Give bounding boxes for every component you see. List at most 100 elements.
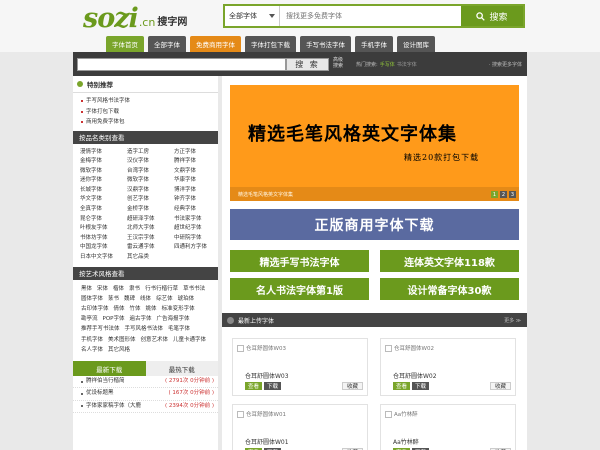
category-link[interactable]: 其它品类 <box>127 253 174 263</box>
category-link[interactable]: 超世纪字体 <box>174 224 221 234</box>
nav-mobile-fonts[interactable]: 手机字体 <box>355 36 393 52</box>
style-link[interactable]: 姚体 <box>146 304 157 314</box>
pager-dot[interactable]: 2 <box>500 191 507 198</box>
celebrity-calligraphy-button[interactable]: 名人书法字体第1版 <box>230 278 369 300</box>
pager-dot[interactable]: 3 <box>509 191 516 198</box>
category-link[interactable]: 创艺字体 <box>127 195 174 205</box>
category-link[interactable]: 经典字体 <box>174 205 221 215</box>
style-link[interactable]: 标准变形字体 <box>162 304 195 314</box>
style-link[interactable]: 黑体 <box>81 284 92 294</box>
category-link[interactable]: 汉仪字体 <box>127 157 174 167</box>
category-link[interactable]: 金梅字体 <box>80 157 127 167</box>
style-link[interactable]: 广告海报字体 <box>157 314 190 324</box>
tab-hottest-downloads[interactable]: 最热下载 <box>145 361 218 377</box>
category-link[interactable]: 华康字体 <box>174 176 221 186</box>
category-link[interactable]: 北师大字体 <box>127 224 174 234</box>
category-link[interactable]: 中国龙字体 <box>80 243 127 253</box>
secondary-search-input[interactable] <box>77 58 286 71</box>
nav-font-packs[interactable]: 字体打包下载 <box>245 36 296 52</box>
uploads-more-link[interactable]: 更多 ≫ <box>504 317 521 324</box>
style-link[interactable]: 名人字体 <box>81 345 103 355</box>
secondary-search-button[interactable]: 搜 索 <box>286 58 329 71</box>
style-link[interactable]: 草书书法 <box>183 284 205 294</box>
style-link[interactable]: 儿童卡通字体 <box>173 335 206 345</box>
category-link[interactable]: 腾祥字体 <box>174 157 221 167</box>
font-preview-image[interactable]: 仓耳舒圆体W02 <box>385 344 434 352</box>
style-link[interactable]: 勘亭流 <box>81 314 98 324</box>
style-link[interactable]: POP字体 <box>103 314 125 324</box>
advanced-search-link[interactable]: 高级 搜索 <box>333 57 343 69</box>
style-link[interactable]: 毛笔字体 <box>168 324 190 334</box>
category-link[interactable]: 华文字体 <box>80 195 127 205</box>
font-name[interactable]: 仓耳舒圆体W01 <box>245 437 289 446</box>
category-link[interactable]: 博洋字体 <box>174 186 221 196</box>
search-more-link[interactable]: · 搜索更多字体 <box>489 61 522 69</box>
style-link[interactable]: 竹体 <box>130 304 141 314</box>
recommend-item[interactable]: 字体打包下载 <box>81 107 218 118</box>
category-link[interactable]: 超研泽字体 <box>127 215 174 225</box>
font-name[interactable]: 仓耳舒圆体W02 <box>393 371 437 380</box>
category-link[interactable]: 四通利方字体 <box>174 243 221 253</box>
commercial-fonts-banner[interactable]: 正版商用字体下载 <box>230 209 519 240</box>
category-link[interactable]: 台湾字体 <box>127 167 174 177</box>
recommend-item[interactable]: 手写风格书法字体 <box>81 96 218 107</box>
view-button[interactable]: 查看 <box>245 382 263 390</box>
hot-search-link[interactable]: 书法字体 <box>397 61 417 69</box>
font-preview-image[interactable]: Aa竹林醉 <box>385 410 418 418</box>
category-link[interactable]: 书法家字体 <box>174 215 221 225</box>
nav-all-fonts[interactable]: 全部字体 <box>148 36 186 52</box>
nav-handwriting[interactable]: 手写书法字体 <box>300 36 351 52</box>
style-link[interactable]: 综艺体 <box>156 294 173 304</box>
category-link[interactable]: 造字工房 <box>127 148 174 158</box>
style-link[interactable]: 遍古字体 <box>129 314 151 324</box>
category-link[interactable]: 书体坊字体 <box>80 234 127 244</box>
list-item[interactable]: 优设标题黑 ( 167次 0分钟前 ) <box>73 388 218 401</box>
category-link[interactable]: 文鼎字体 <box>174 167 221 177</box>
style-link[interactable]: 隶书 <box>129 284 140 294</box>
tab-latest-downloads[interactable]: 最新下载 <box>73 361 146 377</box>
design-fonts-button[interactable]: 设计常备字体30款 <box>380 278 519 300</box>
category-link[interactable]: 中研院字体 <box>174 234 221 244</box>
nav-free-commercial[interactable]: 免费商用字体 <box>190 36 241 52</box>
font-name[interactable]: 仓耳舒圆体W03 <box>245 371 289 380</box>
category-link[interactable]: 叶根友字体 <box>80 224 127 234</box>
style-link[interactable]: 魏碑 <box>124 294 135 304</box>
style-link[interactable]: 推荐手写书法体 <box>81 324 120 334</box>
style-link[interactable]: 手机字体 <box>81 335 103 345</box>
category-link[interactable]: 长城字体 <box>80 186 127 196</box>
category-link[interactable]: 微软字体 <box>80 167 127 177</box>
style-link[interactable]: 圆体字体 <box>81 294 103 304</box>
style-link[interactable]: 楷体 <box>113 284 124 294</box>
style-link[interactable]: 古印体字体 <box>81 304 109 314</box>
category-link[interactable]: 雷云通字体 <box>127 243 174 253</box>
category-link[interactable]: 漫情字体 <box>80 148 127 158</box>
search-button[interactable]: 搜索 <box>461 6 523 26</box>
style-link[interactable]: 行书行楷行草 <box>145 284 178 294</box>
recommend-item[interactable]: 商用免费字体包 <box>81 117 218 128</box>
category-link[interactable]: 汉鼎字体 <box>127 186 174 196</box>
download-button[interactable]: 下载 <box>264 382 282 390</box>
view-button[interactable]: 查看 <box>393 382 411 390</box>
category-link[interactable]: 方正字体 <box>174 148 221 158</box>
style-link[interactable]: 琥珀体 <box>178 294 195 304</box>
category-link[interactable]: 日本中文字体 <box>80 253 127 263</box>
category-link[interactable]: 钟齐字体 <box>174 195 221 205</box>
category-select[interactable]: 全部字体 <box>225 6 280 26</box>
search-input[interactable] <box>280 6 461 26</box>
site-logo[interactable]: sozi .cn 搜字网 <box>83 3 187 33</box>
style-link[interactable]: 其它风格 <box>108 345 130 355</box>
font-name[interactable]: Aa竹林醉 <box>393 437 419 446</box>
style-link[interactable]: 美术图形体 <box>108 335 136 345</box>
nav-home[interactable]: 字体首页 <box>106 36 144 52</box>
font-preview-image[interactable]: 仓耳舒圆体W01 <box>237 410 286 418</box>
style-link[interactable]: 线体 <box>140 294 151 304</box>
connected-english-button[interactable]: 连体英文字体118款 <box>380 250 519 272</box>
style-link[interactable]: 篆书 <box>108 294 119 304</box>
list-item[interactable]: 字体家家稿字体（大鹿 ( 2394次 0分钟前 ) <box>73 401 218 413</box>
style-link[interactable]: 手写风格书法体 <box>125 324 164 334</box>
promo-banner[interactable]: 精选毛笔风格英文字体集 精选20款打包下载 精选毛笔风格英文字体集 1 2 3 <box>230 85 519 201</box>
list-item[interactable]: 腾祥伯当行楷简 ( 2791次 0分钟前 ) <box>73 376 218 389</box>
nav-design-gallery[interactable]: 设计图库 <box>397 36 435 52</box>
favorite-button[interactable]: 收藏 <box>489 382 511 390</box>
category-link[interactable]: 王汉宗字体 <box>127 234 174 244</box>
